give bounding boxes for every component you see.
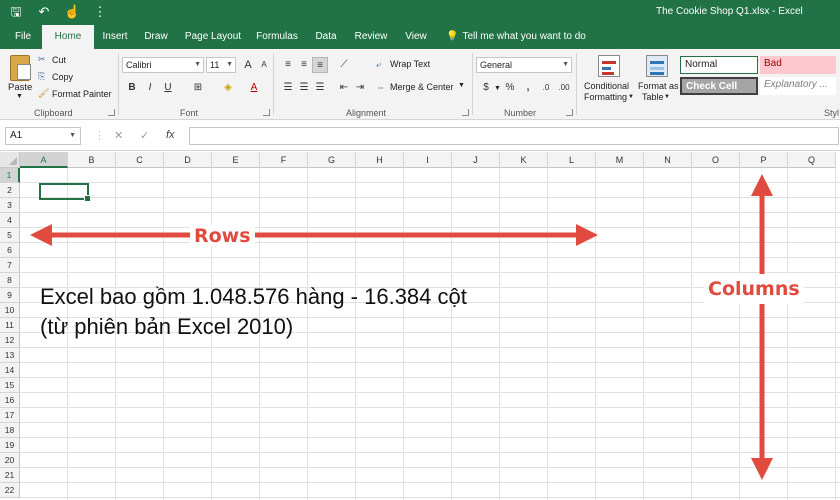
arrow-right-icon: [576, 224, 598, 246]
arrow-down-icon: [751, 458, 773, 480]
rows-label: Rows: [190, 225, 255, 247]
columns-label: Columns: [704, 274, 804, 304]
info-note-line-2: (từ phiên bản Excel 2010): [40, 314, 294, 339]
arrow-left-icon: [30, 224, 52, 246]
info-note-line-1: Excel bao gồm 1.048.576 hàng - 16.384 cộ…: [40, 284, 467, 309]
arrow-up-icon: [751, 174, 773, 196]
annotation-arrows: [30, 174, 773, 480]
info-note: Excel bao gồm 1.048.576 hàng - 16.384 cộ…: [40, 282, 467, 342]
